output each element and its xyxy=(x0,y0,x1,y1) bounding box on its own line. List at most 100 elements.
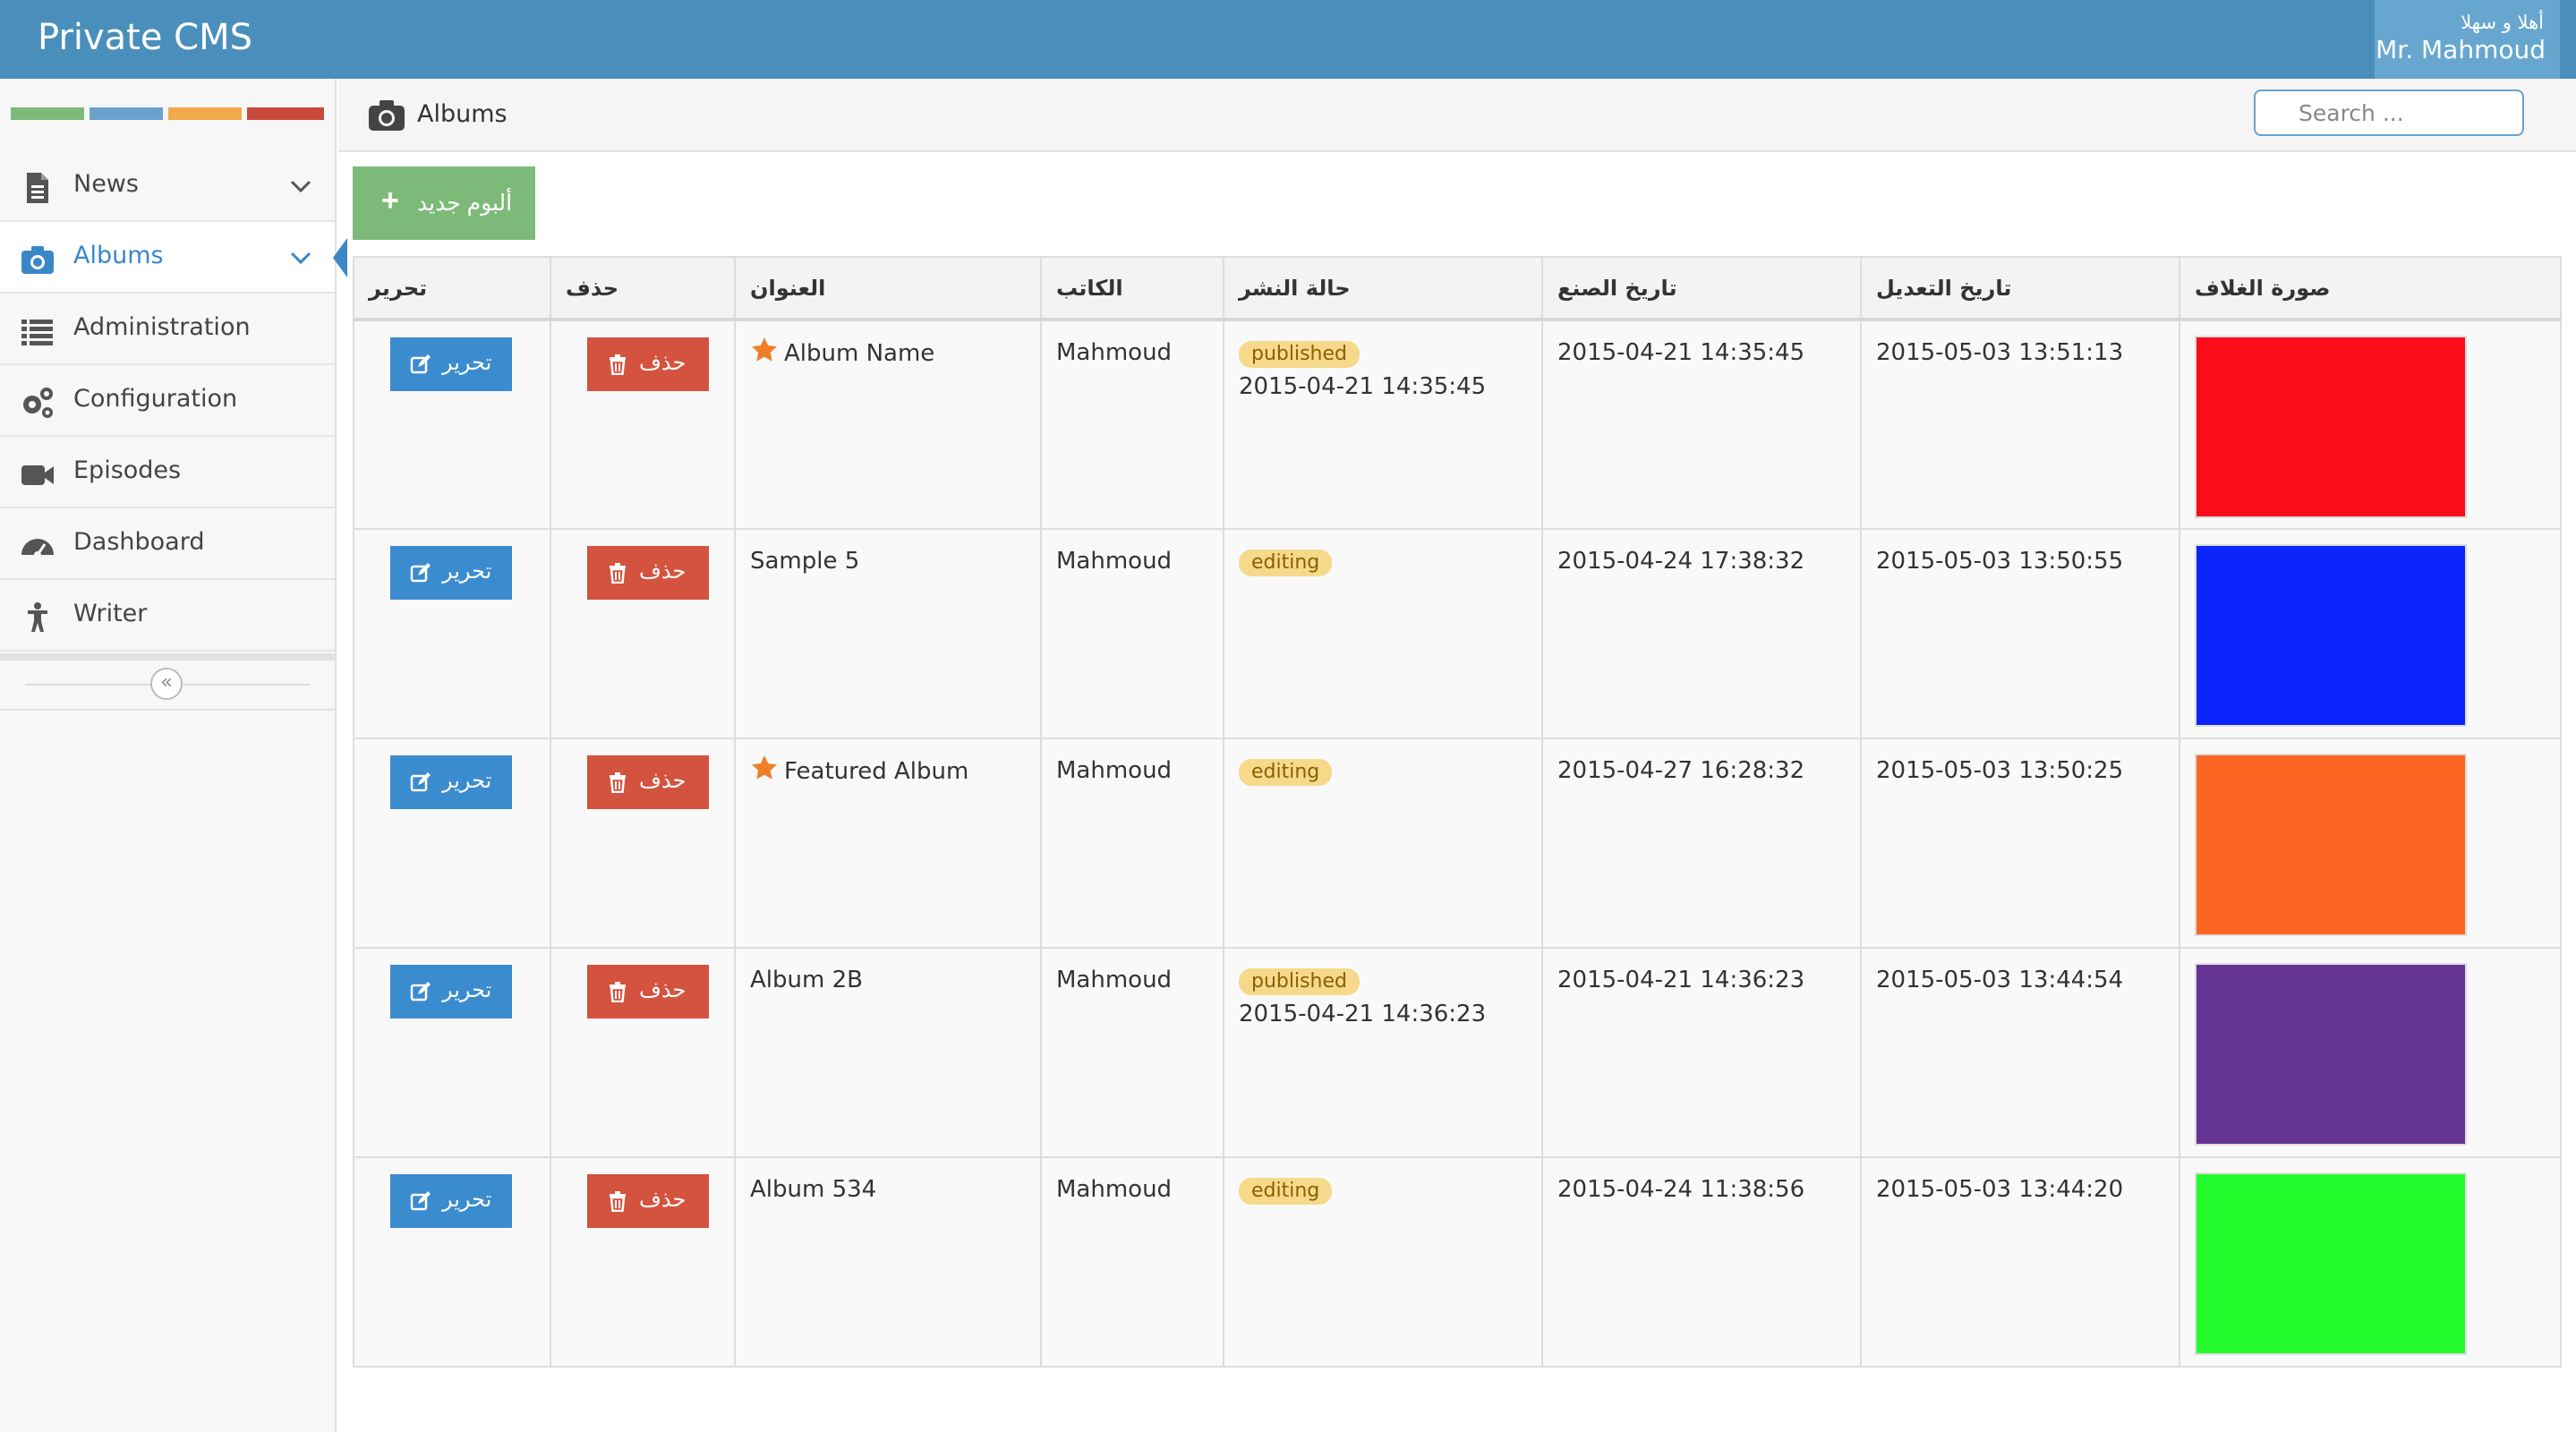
chevron-down-icon[interactable] xyxy=(288,175,313,197)
color-strip-blue xyxy=(90,107,163,120)
sidebar-item-label: Administration xyxy=(73,313,251,341)
edit-label: تحرير xyxy=(442,1188,492,1212)
edit-cell: تحرير xyxy=(353,528,551,739)
header-edit[interactable]: تحرير xyxy=(353,256,551,321)
delete-button[interactable]: حذف xyxy=(587,1174,709,1228)
table-row[interactable]: تحرير حذف Sample 5 Mahmoud editing 2015-… xyxy=(353,528,2562,739)
new-album-label: ألبوم جديد xyxy=(417,191,513,216)
sidebar-collapse-bar: « xyxy=(0,653,335,711)
cover-image[interactable] xyxy=(2195,754,2467,936)
title-cell[interactable]: Sample 5 xyxy=(734,528,1042,739)
user-name: Mr. Mahmoud xyxy=(2376,35,2546,64)
edit-button[interactable]: تحرير xyxy=(390,546,512,600)
status-cell: published 2015-04-21 14:35:45 xyxy=(1223,319,1543,530)
status-badge: editing xyxy=(1239,759,1333,786)
created-cell: 2015-04-21 14:35:45 xyxy=(1541,319,1862,530)
user-menu[interactable]: أهلا و سهلا Mr. Mahmoud xyxy=(2375,0,2560,79)
delete-button[interactable]: حذف xyxy=(587,965,709,1019)
created-cell: 2015-04-27 16:28:32 xyxy=(1541,737,1862,949)
delete-label: حذف xyxy=(639,351,687,375)
modified-cell: 2015-05-03 13:50:25 xyxy=(1860,737,2180,949)
search-input[interactable] xyxy=(2254,90,2524,136)
new-album-button[interactable]: + ألبوم جديد xyxy=(353,166,535,240)
writer-name: Mahmoud xyxy=(1056,967,1173,993)
person-icon xyxy=(20,600,55,635)
album-title[interactable]: Album Name xyxy=(784,340,934,367)
album-title[interactable]: Featured Album xyxy=(784,758,968,785)
album-title[interactable]: Album 2B xyxy=(750,967,863,993)
sidebar-item-label: News xyxy=(73,170,139,198)
color-strip-red xyxy=(247,107,324,120)
edit-icon xyxy=(410,981,431,1002)
edit-button[interactable]: تحرير xyxy=(390,337,512,391)
sidebar-item-news[interactable]: News xyxy=(0,150,335,222)
header-title[interactable]: العنوان xyxy=(734,256,1042,321)
table-row[interactable]: تحرير حذف Featured Album Mahmoud editing… xyxy=(353,737,2562,949)
delete-label: حذف xyxy=(639,1188,687,1212)
top-navbar: Private CMS أهلا و سهلا Mr. Mahmoud xyxy=(0,0,2576,79)
writer-cell: Mahmoud xyxy=(1040,319,1224,530)
delete-button[interactable]: حذف xyxy=(587,546,709,600)
table-row[interactable]: تحرير حذف Album 534 Mahmoud editing 2015… xyxy=(353,1156,2562,1368)
camera-icon xyxy=(367,97,406,132)
trash-icon xyxy=(607,771,628,794)
collapse-sidebar-button[interactable]: « xyxy=(150,668,183,700)
writer-name: Mahmoud xyxy=(1056,548,1173,575)
sidebar-item-albums[interactable]: Albums xyxy=(0,222,347,294)
sidebar-item-episodes[interactable]: Episodes xyxy=(0,437,335,508)
title-cell[interactable]: Featured Album xyxy=(734,737,1042,949)
writer-cell: Mahmoud xyxy=(1040,528,1224,739)
header-cover[interactable]: صورة الغلاف xyxy=(2179,256,2562,321)
title-cell[interactable]: Album Name xyxy=(734,319,1042,530)
status-cell: editing xyxy=(1223,737,1543,949)
header-modified[interactable]: تاريخ التعديل xyxy=(1860,256,2180,321)
title-cell[interactable]: Album 2B xyxy=(734,947,1042,1158)
camera-icon xyxy=(20,242,55,277)
table-row[interactable]: تحرير حذف Album Name Mahmoud published 2… xyxy=(353,319,2562,530)
edit-button[interactable]: تحرير xyxy=(390,965,512,1019)
cover-image[interactable] xyxy=(2195,336,2467,518)
table-row[interactable]: تحرير حذف Album 2B Mahmoud published 201… xyxy=(353,947,2562,1158)
app-title[interactable]: Private CMS xyxy=(38,14,252,61)
cover-cell xyxy=(2179,947,2562,1158)
trash-icon xyxy=(607,1190,628,1213)
modified-date: 2015-05-03 13:50:55 xyxy=(1876,548,2124,575)
delete-cell: حذف xyxy=(550,737,736,949)
title-cell[interactable]: Album 534 xyxy=(734,1156,1042,1368)
sidebar-item-dashboard[interactable]: Dashboard xyxy=(0,508,335,580)
writer-name: Mahmoud xyxy=(1056,339,1173,366)
star-icon xyxy=(750,754,779,782)
status-cell: editing xyxy=(1223,1156,1543,1368)
writer-cell: Mahmoud xyxy=(1040,947,1224,1158)
delete-label: حذف xyxy=(639,978,687,1002)
edit-cell: تحرير xyxy=(353,737,551,949)
header-status[interactable]: حالة النشر xyxy=(1223,256,1543,321)
delete-cell: حذف xyxy=(550,319,736,530)
edit-button[interactable]: تحرير xyxy=(390,1174,512,1228)
header-created[interactable]: تاريخ الصنع xyxy=(1541,256,1862,321)
sidebar-item-configuration[interactable]: Configuration xyxy=(0,365,335,437)
cover-image[interactable] xyxy=(2195,1172,2467,1355)
album-title[interactable]: Album 534 xyxy=(750,1176,876,1203)
trash-icon xyxy=(607,354,628,376)
status-cell: editing xyxy=(1223,528,1543,739)
edit-cell: تحرير xyxy=(353,1156,551,1368)
delete-button[interactable]: حذف xyxy=(587,755,709,809)
edit-button[interactable]: تحرير xyxy=(390,755,512,809)
header-writer[interactable]: الكاتب xyxy=(1040,256,1224,321)
header-delete[interactable]: حذف xyxy=(550,256,736,321)
delete-button[interactable]: حذف xyxy=(587,337,709,391)
album-title[interactable]: Sample 5 xyxy=(750,548,859,575)
edit-cell: تحرير xyxy=(353,947,551,1158)
chevron-down-icon[interactable] xyxy=(288,247,313,268)
cover-image[interactable] xyxy=(2195,963,2467,1146)
cover-image[interactable] xyxy=(2195,544,2467,727)
sidebar-item-writer[interactable]: Writer xyxy=(0,580,335,652)
sidebar-item-administration[interactable]: Administration xyxy=(0,294,335,365)
trash-icon xyxy=(607,562,628,584)
albums-table: تحرير حذف العنوان الكاتب حالة النشر تاري… xyxy=(353,256,2562,1368)
modified-date: 2015-05-03 13:51:13 xyxy=(1876,339,2124,366)
edit-icon xyxy=(410,771,431,793)
writer-cell: Mahmoud xyxy=(1040,737,1224,949)
created-date: 2015-04-27 16:28:32 xyxy=(1557,757,1805,784)
